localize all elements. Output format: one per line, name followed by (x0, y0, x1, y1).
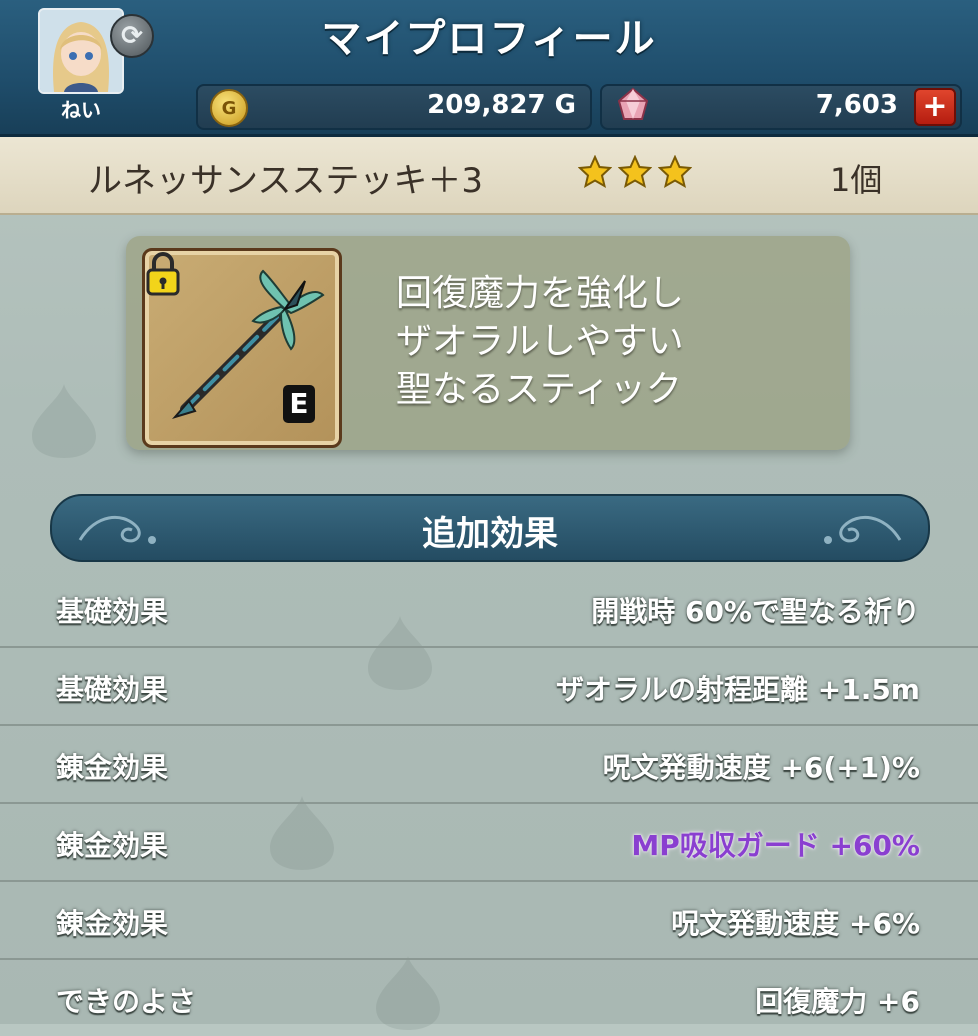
item-description: 回復魔力を強化し ザオラルしやすい 聖なるスティック (396, 270, 684, 414)
star-icon (578, 155, 612, 189)
user-name: ねい (61, 98, 101, 122)
item-description-line: 回復魔力を強化し (396, 273, 685, 314)
item-title-bar: ルネッサンスステッキ＋3 1個 (0, 137, 978, 215)
section-title: 追加効果 (422, 514, 558, 554)
item-description-line: 聖なるスティック (396, 369, 682, 410)
gem-balance: 7,603 + (600, 84, 962, 130)
item-count: 1個 (830, 161, 883, 199)
effect-label: 錬金効果 (56, 829, 169, 862)
effect-value: 呪文発動速度 +6(+1)% (602, 751, 920, 784)
effects-list: 基礎効果 開戦時 60%で聖なる祈り 基礎効果 ザオラルの射程距離 +1.5m … (0, 570, 978, 1036)
add-gems-button[interactable]: + (914, 88, 956, 126)
star-icon (658, 155, 692, 189)
additional-effects-header: 追加効果 (50, 494, 930, 562)
effect-row: 錬金効果 呪文発動速度 +6% (0, 882, 978, 960)
effect-label: 錬金効果 (56, 751, 169, 784)
effect-label: 錬金効果 (56, 907, 169, 940)
item-detail-card: E 回復魔力を強化し ザオラルしやすい 聖なるスティック (126, 236, 850, 450)
effect-row: 基礎効果 ザオラルの射程距離 +1.5m (0, 648, 978, 726)
item-description-line: ザオラルしやすい (396, 321, 684, 362)
lock-icon[interactable] (145, 251, 181, 297)
profile-header: ⟳ ねい マイプロフィール G 209,827 G 7,603 + (0, 0, 978, 137)
gem-icon (617, 87, 649, 120)
effect-value: 回復魔力 +6 (755, 985, 920, 1018)
effect-label: 基礎効果 (56, 595, 169, 628)
background-slime-icon (32, 384, 96, 458)
rarity-stars (578, 155, 692, 189)
gold-coin-icon: G (210, 89, 248, 127)
effect-label: できのよさ (56, 985, 197, 1018)
effect-row: 錬金効果 MP吸収ガード +60% (0, 804, 978, 882)
flourish-right-icon (824, 516, 902, 544)
gem-value: 7,603 (815, 90, 898, 120)
page-title: マイプロフィール (321, 16, 657, 62)
effect-row: 錬金効果 呪文発動速度 +6(+1)% (0, 726, 978, 804)
effect-value: 呪文発動速度 +6% (671, 907, 920, 940)
gold-balance: G 209,827 G (196, 84, 592, 130)
gold-value: 209,827 G (427, 90, 576, 120)
item-name: ルネッサンスステッキ＋3 (88, 161, 483, 201)
effect-value-special: MP吸収ガード +60% (631, 829, 920, 862)
equipped-badge: E (283, 385, 315, 423)
effect-row: 基礎効果 開戦時 60%で聖なる祈り (0, 570, 978, 648)
effect-label: 基礎効果 (56, 673, 169, 706)
effect-value: ザオラルの射程距離 +1.5m (556, 673, 920, 706)
effect-value: 開戦時 60%で聖なる祈り (591, 595, 920, 628)
item-icon-frame[interactable]: E (142, 248, 342, 448)
effect-row: できのよさ 回復魔力 +6 (0, 960, 978, 1036)
star-icon (618, 155, 652, 189)
